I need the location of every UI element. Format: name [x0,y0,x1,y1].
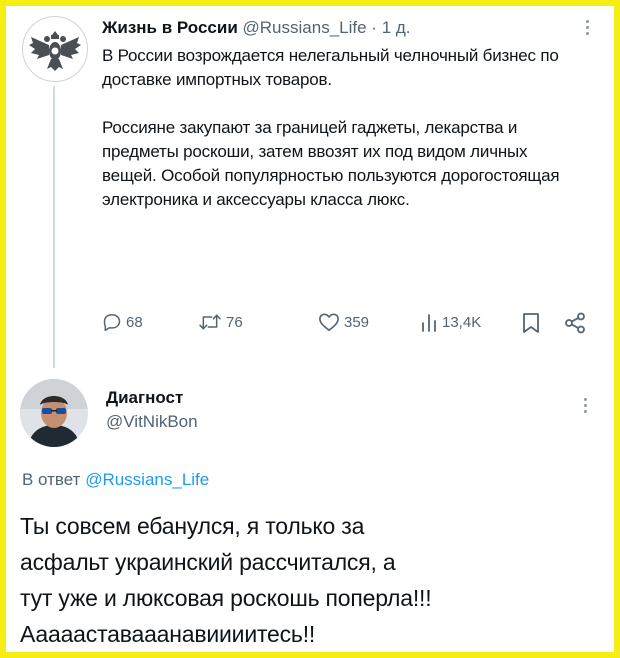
tweet1-header: Жизнь в России @Russians_Life · 1 д. [102,16,411,40]
share-button[interactable] [564,312,586,334]
user-photo-icon [20,379,88,447]
tweet1-paragraph-2: Россияне закупают за границей гаджеты, л… [102,118,560,209]
tweet1-author-handle[interactable]: @Russians_Life [243,18,367,37]
tweet2-line-1: Ты совсем ебанулся, я только за [20,513,365,539]
replying-to-line: В ответ @Russians_Life [22,469,209,491]
views-count: 13,4K [442,313,482,331]
tweet2-line-4: Аааааставааанавиииитесь!! [20,621,316,647]
like-button[interactable]: 359 [318,312,369,332]
tweet2-author-name[interactable]: Диагност [106,387,183,409]
views-button[interactable]: 13,4K [420,312,481,332]
tweet2-more-options-icon[interactable] [582,398,588,416]
reply-icon [103,314,121,332]
thread-connector-line [53,86,55,368]
bookmark-icon [523,313,539,333]
tweet2-line-2: асфальт украинский рассчитался, а [20,549,396,575]
tweet1-more-options-icon[interactable] [584,20,590,38]
like-count: 359 [344,313,370,331]
tweet1-paragraph-1: В России возрождается нелегальный челноч… [102,46,559,89]
tweet2-text: Ты совсем ебанулся, я только за асфальт … [20,508,610,652]
share-icon [565,312,585,334]
reply-prefix: В ответ [22,470,81,489]
reply-to-handle-link[interactable]: @Russians_Life [85,470,209,489]
tweet1-action-bar: 68 76 359 13,4K [102,312,600,342]
reply-button[interactable]: 68 [102,312,143,332]
bookmark-button[interactable] [522,312,540,334]
avatar-russian-emblem[interactable] [22,16,88,82]
tweet2-author-handle[interactable]: @VitNikBon [106,411,198,433]
heart-icon [319,313,339,331]
tweet1-separator: · [371,18,377,37]
tweet1-text: В России возрождается нелегальный челноч… [102,44,582,212]
retweet-count: 76 [226,313,243,331]
avatar-user-photo[interactable] [20,379,88,447]
views-chart-icon [422,314,436,332]
retweet-button[interactable]: 76 [198,312,243,332]
tweet1-author-name[interactable]: Жизнь в России [102,18,238,37]
tweet-thread-card: Жизнь в России @Russians_Life · 1 д. В Р… [6,6,614,652]
tweet1-timestamp[interactable]: 1 д. [382,18,411,37]
tweet2-line-3: тут уже и люксовая роскошь поперла!!! [20,585,432,611]
retweet-icon [199,314,221,330]
reply-count: 68 [126,313,143,331]
double-headed-eagle-icon [29,31,81,71]
